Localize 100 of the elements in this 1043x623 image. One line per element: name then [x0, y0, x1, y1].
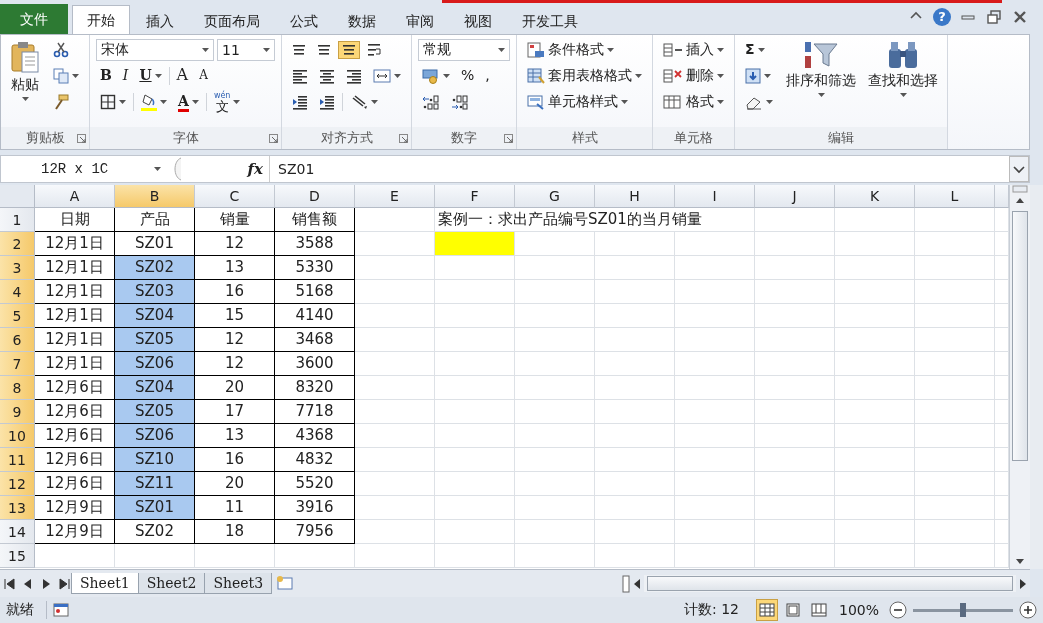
row-header[interactable]: 10 — [0, 423, 35, 448]
zoom-level[interactable]: 100% — [838, 602, 879, 619]
column-header[interactable]: F — [435, 184, 515, 208]
dropdown-field[interactable]: 11 — [217, 39, 275, 61]
column-header[interactable]: D — [275, 184, 355, 208]
table-cell: 销售额 — [275, 207, 355, 232]
row-header[interactable]: 15 — [0, 543, 35, 568]
scrollbar-thumb[interactable] — [1012, 210, 1028, 461]
count-text: 计数: 12 — [684, 601, 739, 620]
ribbon-button[interactable]: 排序和筛选 — [783, 38, 859, 100]
row-header[interactable]: 11 — [0, 447, 35, 472]
column-header[interactable]: I — [675, 184, 755, 208]
bucket-icon — [141, 93, 157, 107]
ribbon-button[interactable]: 插入 — [659, 38, 728, 62]
ribbon-tab[interactable]: 视图 — [450, 8, 506, 34]
record-macro-icon — [53, 603, 69, 618]
column-header[interactable]: B — [115, 184, 195, 208]
row-header[interactable]: 3 — [0, 255, 35, 280]
ribbon-button[interactable]: U — [135, 63, 166, 89]
row-header[interactable]: 6 — [0, 327, 35, 352]
column-header[interactable]: H — [595, 184, 675, 208]
row-header[interactable]: 13 — [0, 495, 35, 520]
column-header[interactable]: A — [35, 184, 115, 208]
column-header[interactable]: E — [355, 184, 435, 208]
ribbon-button[interactable]: B — [96, 63, 116, 89]
ribbon-button[interactable]: 粘贴 — [7, 38, 43, 104]
table-cell: 案例一：求出产品编号SZ01的当月销量 — [435, 207, 755, 232]
ribbon-tab[interactable]: 数据 — [334, 8, 390, 34]
table-cell: 11 — [195, 495, 275, 520]
table-cell: 7956 — [275, 519, 355, 544]
ribbon-button[interactable]: 条件格式 — [523, 38, 618, 62]
normal-view-icon[interactable] — [756, 600, 777, 621]
ribbon-button[interactable]: 格式 — [659, 90, 728, 114]
column-header[interactable]: G — [515, 184, 595, 208]
ribbon-tab[interactable]: 开始 — [72, 5, 130, 34]
ribbon-button[interactable]: 单元格样式 — [523, 90, 632, 114]
sheet-tab[interactable]: Sheet3 — [204, 573, 273, 595]
table-cell: SZ05 — [115, 327, 195, 352]
help-button[interactable]: ? — [933, 8, 951, 26]
insert-function-button[interactable]: fx — [223, 155, 270, 182]
ribbon-button[interactable]: , — [481, 63, 494, 89]
sheet-tab[interactable]: Sheet2 — [137, 573, 206, 595]
sheet-tab[interactable]: Sheet1 — [71, 573, 139, 595]
launcher-icon[interactable] — [269, 133, 278, 143]
scrollbar-thumb[interactable] — [647, 576, 1013, 592]
ribbon-button[interactable]: I — [118, 63, 133, 89]
row-header[interactable]: 7 — [0, 351, 35, 376]
formula-field[interactable]: SZ01 — [270, 160, 1009, 177]
table-rules-icon — [527, 42, 545, 58]
column-header[interactable]: K — [835, 184, 915, 208]
ribbon-button[interactable]: 删除 — [659, 64, 728, 88]
last-sheet-icon[interactable] — [56, 575, 72, 592]
table-cell: 13 — [195, 423, 275, 448]
zoom-in-icon[interactable] — [1019, 601, 1037, 620]
ribbon-button[interactable]: % — [457, 63, 479, 89]
table-cell: 15 — [195, 303, 275, 328]
row-header[interactable]: 4 — [0, 279, 35, 304]
column-header[interactable]: C — [195, 184, 275, 208]
row-header[interactable]: 14 — [0, 519, 35, 544]
row-header[interactable]: 8 — [0, 375, 35, 400]
row-header[interactable]: 1 — [0, 207, 35, 232]
row-header[interactable]: 5 — [0, 303, 35, 328]
row-header[interactable]: 2 — [0, 231, 35, 256]
zoom-out-icon[interactable] — [889, 601, 907, 620]
restore-icon[interactable] — [985, 8, 1003, 26]
ribbon-button[interactable]: Σ — [741, 37, 769, 63]
delete-cells-icon — [663, 68, 683, 84]
ribbon-button[interactable] — [338, 41, 360, 59]
row-header[interactable]: 12 — [0, 471, 35, 496]
ribbon-button[interactable]: A — [195, 63, 212, 89]
column-header[interactable]: L — [915, 184, 995, 208]
table-cell: SZ10 — [115, 447, 195, 472]
ribbon-tab[interactable]: 公式 — [276, 8, 332, 34]
ribbon-tab[interactable]: 插入 — [132, 8, 188, 34]
table-cell: 4140 — [275, 303, 355, 328]
dropdown-field[interactable]: 宋体 — [96, 39, 214, 61]
table-cell: 12 — [195, 231, 275, 256]
launcher-icon[interactable] — [77, 133, 86, 143]
ribbon-tab[interactable]: 页面布局 — [190, 8, 274, 34]
first-sheet-icon[interactable] — [2, 575, 18, 592]
name-box[interactable]: 12R x 1C — [1, 160, 169, 177]
fill-down-icon — [745, 68, 761, 84]
file-menu-button[interactable]: 文件 — [0, 4, 68, 34]
ribbon-tab[interactable]: 开发工具 — [508, 8, 592, 34]
dropdown-field[interactable]: 常规 — [418, 39, 510, 61]
launcher-icon[interactable] — [399, 133, 408, 143]
row-header[interactable]: 9 — [0, 399, 35, 424]
group-label: 样式 — [571, 128, 598, 147]
table-cell: 销量 — [195, 207, 275, 232]
ribbon-tab[interactable]: 审阅 — [392, 8, 448, 34]
ribbon-button[interactable]: 查找和选择 — [865, 38, 941, 100]
table-cell: 20 — [195, 471, 275, 496]
ribbon-button[interactable]: wén 文 — [209, 87, 245, 117]
ribbon-button[interactable]: 套用表格格式 — [523, 64, 646, 88]
slider-thumb[interactable] — [960, 603, 966, 618]
indent-icon — [319, 94, 335, 110]
launcher-icon[interactable] — [504, 133, 513, 143]
insert-cells-icon — [663, 42, 683, 58]
column-header[interactable]: J — [755, 184, 835, 208]
increase-decimal-icon — [422, 94, 440, 110]
